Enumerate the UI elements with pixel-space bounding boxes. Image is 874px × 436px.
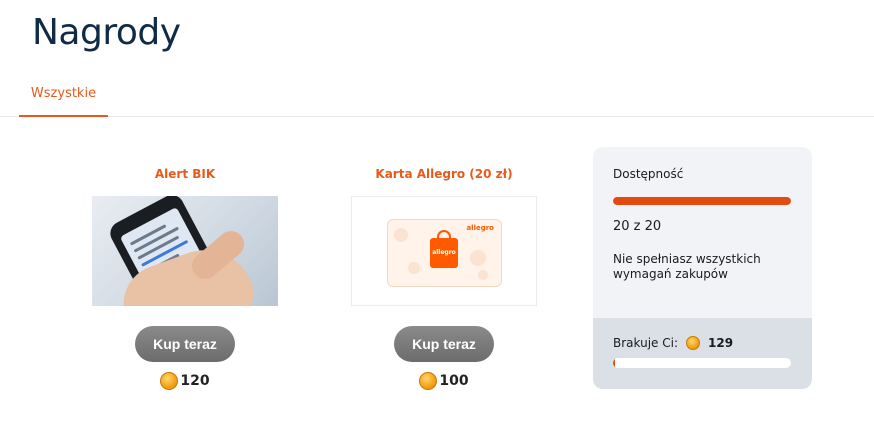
- availability-count: 20 z 20: [613, 219, 662, 234]
- product-image[interactable]: allegro allegro: [351, 196, 537, 306]
- availability-section: Dostępność 20 z 20 Nie spełniasz wszystk…: [593, 147, 812, 318]
- missing-value: 129: [708, 336, 734, 350]
- product-title[interactable]: Karta Allegro (20 zł): [349, 160, 539, 188]
- gift-card-image: allegro allegro: [387, 219, 502, 287]
- page-title: Nagrody: [32, 12, 181, 53]
- coin-icon: [686, 336, 700, 350]
- coin-icon: [419, 372, 438, 390]
- missing-section: Brakuje Ci: 129: [593, 318, 812, 389]
- allegro-logo: allegro: [466, 224, 494, 232]
- coin-icon: [160, 372, 179, 390]
- availability-panel: Dostępność 20 z 20 Nie spełniasz wszystk…: [593, 147, 812, 389]
- price: 120: [90, 372, 280, 390]
- tab-all[interactable]: Wszystkie: [19, 72, 108, 117]
- product-title[interactable]: Alert BIK: [90, 160, 280, 188]
- buy-button[interactable]: Kup teraz: [135, 326, 235, 362]
- availability-progress-fill: [613, 197, 791, 205]
- missing-progress-bar: [613, 358, 791, 368]
- price-value: 100: [439, 373, 469, 389]
- missing-progress-fill: [613, 358, 615, 368]
- buy-button[interactable]: Kup teraz: [394, 326, 494, 362]
- requirement-note: Nie spełniasz wszystkich wymagań zakupów: [613, 252, 761, 281]
- missing-label: Brakuje Ci:: [613, 336, 678, 350]
- shopping-bag-icon: allegro: [430, 230, 458, 268]
- tab-bar: Wszystkie: [0, 72, 874, 117]
- availability-progress-bar: [613, 197, 791, 205]
- product-image[interactable]: [92, 196, 278, 306]
- availability-label: Dostępność: [613, 167, 684, 181]
- product-card: Alert BIK Kup teraz 120: [90, 160, 280, 390]
- price-value: 120: [180, 373, 210, 389]
- price: 100: [349, 372, 539, 390]
- product-card: Karta Allegro (20 zł) allegro allegro Ku…: [349, 160, 539, 390]
